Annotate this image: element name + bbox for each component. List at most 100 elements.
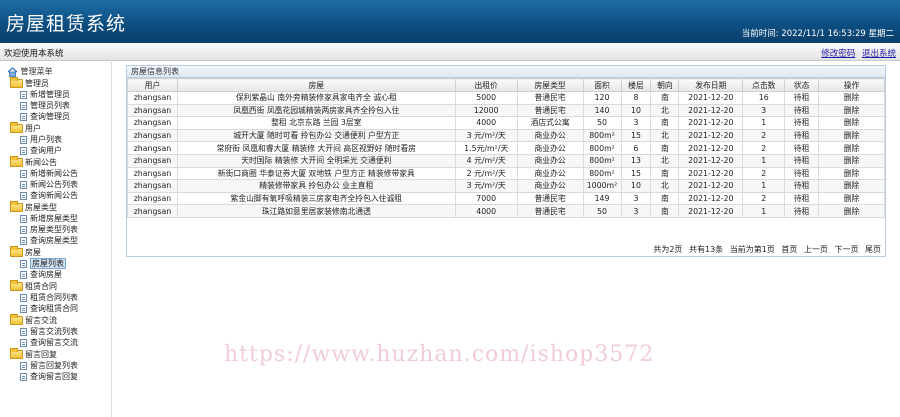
delete-link[interactable]: 删除 <box>818 204 885 218</box>
menu-item-label: 房屋列表 <box>30 258 66 269</box>
menu-item[interactable]: 留言交流列表 <box>10 326 78 337</box>
table-cell: 商业办公 <box>516 179 584 193</box>
column-header: 点击数 <box>742 78 786 92</box>
menu-item[interactable]: 用户列表 <box>10 134 62 145</box>
table-cell: 2 元/m²/天 <box>454 166 518 181</box>
table-row: zhangsan 凤凰西街 凤凰花园城精装两房家具齐全拎包入住 12000 普通民宅 1… <box>127 103 885 118</box>
delete-link[interactable]: 删除 <box>818 141 885 155</box>
menu-group-label: 租赁合同 <box>25 282 57 291</box>
table-cell: 2021-12-20 <box>678 179 744 193</box>
menu-group-header[interactable]: 留言交流 <box>10 314 78 326</box>
page-icon <box>20 305 27 313</box>
menu-group-header[interactable]: 房屋 <box>10 246 66 258</box>
table-cell: 800m² <box>582 166 622 181</box>
menu-group-label: 房屋 <box>25 248 41 257</box>
menu-item[interactable]: 新增新闻公告 <box>10 168 78 179</box>
table-cell: 凤凰西街 凤凰花园城精装两房家具齐全拎包入住 <box>176 103 456 118</box>
menu-group: 租赁合同 租赁合同列表 查询租赁合同 <box>10 280 78 314</box>
table-cell: 北 <box>650 153 680 168</box>
table-cell: 南 <box>650 116 680 130</box>
menu-item[interactable]: 租赁合同列表 <box>10 292 78 303</box>
table-cell: 待租 <box>784 204 820 218</box>
pager-prev[interactable]: 上一页 <box>804 245 828 254</box>
menu-item[interactable]: 留言回复列表 <box>10 360 78 371</box>
delete-link[interactable]: 删除 <box>818 191 885 206</box>
menu-group-header[interactable]: 租赁合同 <box>10 280 78 292</box>
folder-icon <box>10 314 23 325</box>
delete-link[interactable]: 删除 <box>818 179 885 193</box>
pager-first[interactable]: 首页 <box>781 245 797 254</box>
menu-group-label: 管理员 <box>25 79 49 88</box>
table-cell: 5000 <box>454 91 518 105</box>
logout-link[interactable]: 退出系统 <box>862 49 896 59</box>
table-cell: 6 <box>620 141 652 155</box>
table-cell: zhangsan <box>127 128 178 143</box>
pager-next[interactable]: 下一页 <box>834 245 858 254</box>
table-cell: 待租 <box>784 116 820 130</box>
table-cell: 140 <box>582 103 622 118</box>
folder-icon <box>10 348 23 359</box>
delete-link[interactable]: 删除 <box>818 166 885 181</box>
table-cell: 南 <box>650 204 680 218</box>
menu-item[interactable]: 查询租赁合同 <box>10 303 78 314</box>
column-header: 出租价 <box>454 78 518 92</box>
clock-readout: 当前时间: 2022/11/1 16:53:29 星期二 <box>741 29 894 39</box>
table-cell: zhangsan <box>127 153 178 168</box>
menu-group-header[interactable]: 用户 <box>10 122 62 134</box>
delete-link[interactable]: 删除 <box>818 153 885 168</box>
page-icon <box>20 294 27 302</box>
menu-item[interactable]: 房屋列表 <box>10 258 66 269</box>
page-icon <box>20 215 27 223</box>
change-password-link[interactable]: 修改密码 <box>821 49 855 59</box>
home-icon <box>7 66 18 77</box>
table-header-row: 用户 房屋 出租价 房屋类型 面积 楼层 朝向 发布日期 点击数 状态 操作 <box>127 78 885 92</box>
menu-group-header[interactable]: 新闻公告 <box>10 156 78 168</box>
menu-item-label: 查询新闻公告 <box>30 191 78 200</box>
column-header: 朝向 <box>650 78 680 92</box>
menu-item[interactable]: 查询留言交流 <box>10 337 78 348</box>
table-cell: 商业办公 <box>516 166 584 181</box>
pager-current: 当前为第1页 <box>729 245 775 254</box>
delete-link[interactable]: 删除 <box>818 128 885 143</box>
menu-item[interactable]: 查询用户 <box>10 145 62 156</box>
table-cell: 待租 <box>784 166 820 181</box>
table-cell: 待租 <box>784 91 820 105</box>
welcome-bar: 欢迎使用本系统 修改密码 退出系统 <box>0 43 900 61</box>
table-cell: 2021-12-20 <box>678 91 744 105</box>
menu-root[interactable]: 管理菜单 <box>7 66 53 77</box>
menu-item[interactable]: 查询留言回复 <box>10 371 78 382</box>
table-cell: 800m² <box>582 153 622 168</box>
table-cell: 7000 <box>454 191 518 206</box>
column-header: 操作 <box>818 78 885 92</box>
table-cell: 50 <box>582 116 622 130</box>
menu-item[interactable]: 管理员列表 <box>10 100 70 111</box>
menu-group-label: 用户 <box>25 124 41 133</box>
menu-item[interactable]: 新增管理员 <box>10 89 70 100</box>
table-cell: zhangsan <box>127 204 178 218</box>
menu-item[interactable]: 新增房屋类型 <box>10 213 78 224</box>
pager-last[interactable]: 尾页 <box>865 245 881 254</box>
menu-item[interactable]: 查询管理员 <box>10 111 70 122</box>
table-cell: 2 <box>742 166 786 181</box>
delete-link[interactable]: 删除 <box>818 116 885 130</box>
table-cell: 13 <box>620 153 652 168</box>
menu-item[interactable]: 查询房屋类型 <box>10 235 78 246</box>
table-cell: 2021-12-20 <box>678 191 744 206</box>
menu-group-header[interactable]: 房屋类型 <box>10 201 78 213</box>
menu-item[interactable]: 查询房屋 <box>10 269 66 280</box>
table-cell: 商业办公 <box>516 128 584 143</box>
table-cell: zhangsan <box>127 116 178 130</box>
table-cell: 商业办公 <box>516 141 584 155</box>
house-table: 用户 房屋 出租价 房屋类型 面积 楼层 朝向 发布日期 点击数 状态 操作 zhangsan 保利紫… <box>127 78 885 218</box>
menu-item-label: 查询留言回复 <box>30 372 78 381</box>
menu-item[interactable]: 房屋类型列表 <box>10 224 78 235</box>
menu-group-header[interactable]: 管理员 <box>10 77 70 89</box>
table-cell: 15 <box>620 166 652 181</box>
menu-item[interactable]: 新闻公告列表 <box>10 179 78 190</box>
delete-link[interactable]: 删除 <box>818 91 885 105</box>
table-cell: 2021-12-20 <box>678 103 744 118</box>
menu-group: 房屋 房屋列表 查询房屋 <box>10 246 66 280</box>
menu-item[interactable]: 查询新闻公告 <box>10 190 78 201</box>
delete-link[interactable]: 删除 <box>818 103 885 118</box>
menu-group-header[interactable]: 留言回复 <box>10 348 78 360</box>
